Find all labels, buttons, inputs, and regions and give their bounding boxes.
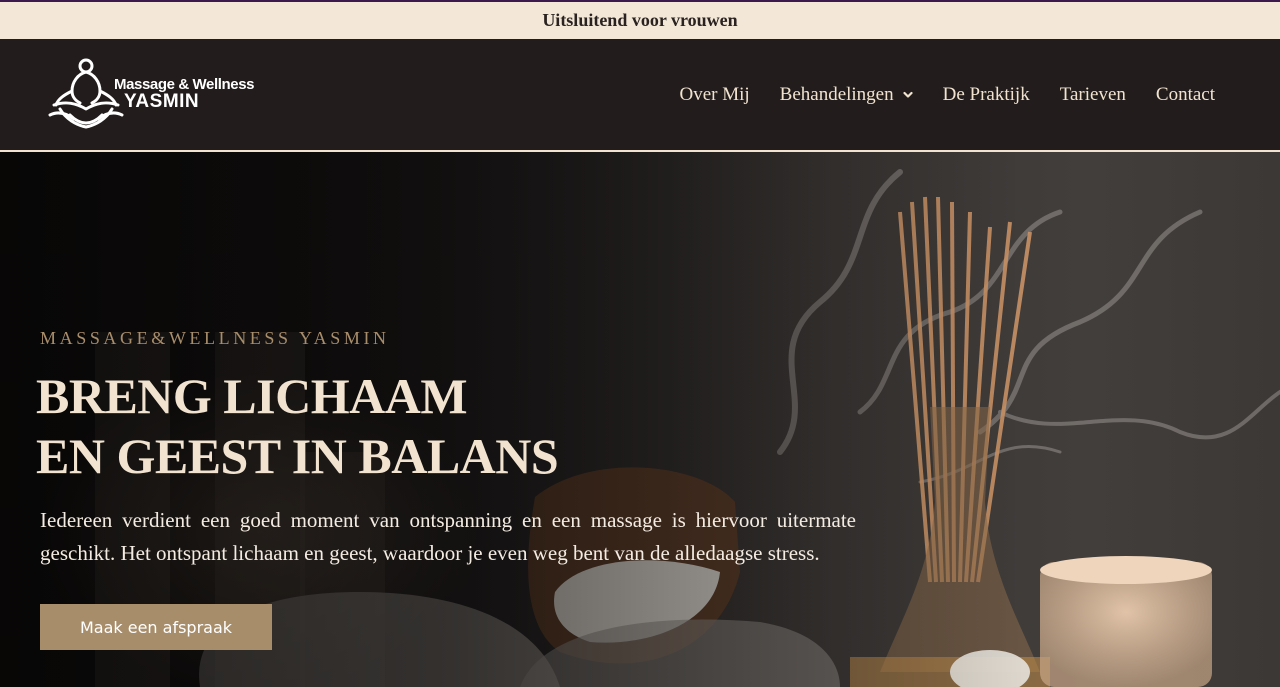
hero-kicker: MASSAGE&WELLNESS YASMIN xyxy=(40,328,390,348)
nav-item-label: Over Mij xyxy=(679,83,750,105)
hero-title: BRENG LICHAAM EN GEEST IN BALANS xyxy=(36,366,736,486)
hero-lead-text: Iedereen verdient een goed moment van on… xyxy=(40,508,856,565)
nav-item-contact[interactable]: Contact xyxy=(1156,84,1215,106)
hero-title-line2: EN GEEST IN BALANS xyxy=(36,428,559,484)
nav-item-label: De Praktijk xyxy=(942,83,1030,105)
hero-title-line1: BRENG LICHAAM xyxy=(36,368,468,424)
announcement-bar: Uitsluitend voor vrouwen xyxy=(0,2,1280,39)
main-nav: Over Mij Behandelingen De Praktijk Tarie… xyxy=(679,39,1215,150)
nav-item-de-praktijk[interactable]: De Praktijk xyxy=(943,84,1030,106)
nav-item-behandelingen[interactable]: Behandelingen xyxy=(780,84,913,106)
nav-item-tarieven[interactable]: Tarieven xyxy=(1060,84,1126,106)
logo-text-line2: YASMIN xyxy=(124,91,200,112)
meditating-figure-lotus-icon xyxy=(48,58,124,129)
nav-item-label: Contact xyxy=(1155,83,1215,105)
nav-item-label: Tarieven xyxy=(1059,83,1126,105)
nav-item-over-mij[interactable]: Over Mij xyxy=(679,84,749,106)
nav-item-label: Behandelingen xyxy=(779,83,894,105)
site-header: Massage & Wellness YASMIN Over Mij Behan… xyxy=(0,39,1280,150)
site-logo[interactable]: Massage & Wellness YASMIN xyxy=(48,57,254,133)
chevron-down-icon xyxy=(903,91,913,98)
make-appointment-button[interactable]: Maak een afspraak xyxy=(40,604,272,650)
hero-section: MASSAGE&WELLNESS YASMIN BRENG LICHAAM EN… xyxy=(0,152,1280,687)
announcement-text: Uitsluitend voor vrouwen xyxy=(542,10,738,30)
